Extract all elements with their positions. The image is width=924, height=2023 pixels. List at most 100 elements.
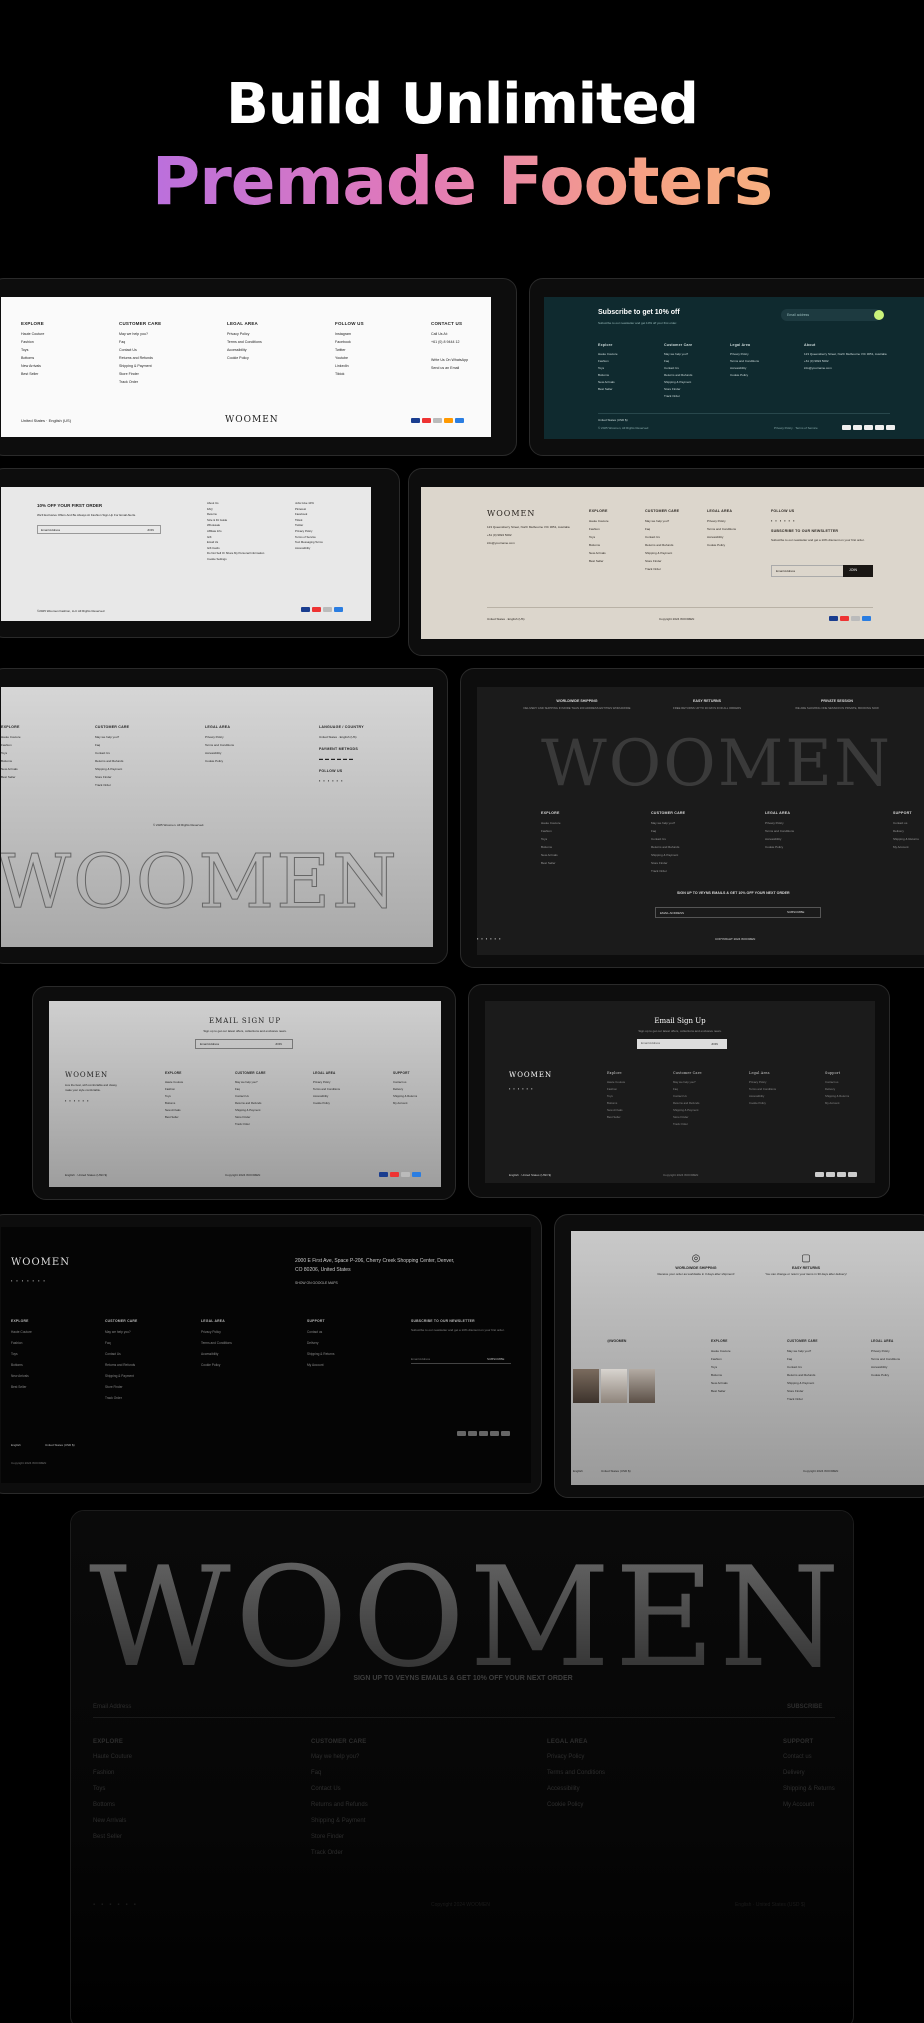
explore-column: EXPLORE Haute Couture Fashion Toys Bottoms Ne…	[541, 811, 561, 865]
subscribe-button[interactable]: SUBSCRIBE	[487, 1355, 504, 1363]
customer-care-column: CUSTOMER CARE May we help you? Faq Contact …	[787, 1339, 818, 1401]
payment-icons: ▬▬▬▬▬▬	[319, 756, 355, 761]
giant-logo: WOOMEN	[541, 727, 892, 801]
store-email[interactable]: info@yourname.com	[487, 539, 515, 547]
legal-column: LEGAL AREA Privacy Policy Terms and Condit…	[871, 1339, 901, 1377]
newsletter-email-input[interactable]: Email Address	[411, 1355, 430, 1363]
customer-care-column: CUSTOMER CARE May we help you? Faq Contact …	[105, 1319, 138, 1400]
footer-preview-1[interactable]: EXPLORE Haute Couture Fashion Toys Bottoms N…	[0, 278, 517, 456]
copyright: COPYRIGHT 2024 WOOMEN	[715, 937, 756, 941]
worldwide-shipping-feature: WORLDWIDE SHIPPING DELIVERY AND SHIPPING …	[523, 699, 631, 710]
language-selector[interactable]: English	[11, 1441, 21, 1449]
signup-subtitle: Sign up to get our latest offers, collec…	[638, 1029, 722, 1033]
join-button[interactable]: JOIN	[147, 526, 154, 534]
copyright: Copyright 2024 WOOMEN	[11, 1461, 47, 1465]
locale-selector[interactable]: United States · English (US)	[21, 417, 71, 425]
signup-title: Email Sign Up	[654, 1017, 706, 1025]
legal-column: LEGAL AREA Privacy Policy Terms and Condit…	[765, 811, 795, 849]
offer-title: 10% OFF YOUR FIRST ORDER	[37, 503, 103, 508]
footer-preview-5[interactable]: EXPLORE Haute Couture Fashion Toys Bottoms Ne…	[0, 668, 448, 964]
brand-logo: WOOMEN	[225, 415, 279, 425]
follow-column: FOLLOW US Instagram Facebook Twitter Youtub…	[335, 321, 364, 376]
brand-logo: WOOMEN	[11, 1257, 70, 1268]
signup-heading: SIGN UP TO VEYNS EMAILS & GET 10% OFF YO…	[353, 1675, 573, 1682]
hero-heading: Build Unlimited Premade Footers	[0, 72, 924, 220]
explore-column: Explore Haute Couture Fashion Toys Bottoms Ne…	[598, 343, 618, 391]
locale-selector[interactable]: United States · English (US)	[487, 615, 525, 623]
private-session-feature: PRIVATE SESSION WE ARE SHOWING ONE SESSIO…	[795, 699, 879, 710]
about-column: About 123 Queensberry Street, North Melbo…	[804, 343, 887, 370]
join-button[interactable]: JOIN	[711, 1040, 718, 1048]
explore-column: EXPLORE Haute Couture Fashion Toys Bottoms Ne…	[589, 509, 609, 563]
locale-selector[interactable]: English · United States (USD $)	[735, 1901, 805, 1909]
locale-selector[interactable]: United States · English (US)	[319, 733, 364, 741]
store-phone: +61 (0) 9824 5002	[487, 533, 512, 537]
instagram-photo[interactable]	[629, 1369, 655, 1403]
customer-care-column: Customer Care May we help you? Faq Contact …	[664, 343, 693, 398]
footer-preview-11[interactable]: WOOMEN SIGN UP TO VEYNS EMAILS & GET 10%…	[70, 1510, 854, 2023]
google-maps-link[interactable]: SHOW ON GOOGLE MAPS	[295, 1279, 338, 1287]
footer-preview-8[interactable]: Email Sign Up Sign up to get our latest …	[468, 984, 890, 1198]
explore-column: EXPLORE Haute Couture Fashion Toys Bottoms Ne…	[11, 1319, 32, 1389]
social-icons[interactable]: ▪▪▪▪▪▪	[771, 517, 865, 525]
subscribe-subtitle: Subscribe to our newsletter and get 10% …	[598, 321, 677, 325]
join-button[interactable]: JOIN	[843, 565, 873, 577]
instagram-photo[interactable]	[601, 1369, 627, 1403]
legal-column: Legal Area Privacy Policy Terms and Condit…	[730, 343, 760, 377]
copyright: © 2025 Woomen, All Rights Reserved	[598, 426, 649, 430]
customer-care-column: CUSTOMER CARE May we help you? Faq Contact…	[119, 321, 162, 384]
customer-care-column: CUSTOMER CARE May we help you? Faq Contact …	[645, 509, 680, 571]
subscribe-button[interactable]: SUBSCRIBE	[787, 908, 804, 916]
return-box-icon: ▢	[801, 1253, 811, 1264]
footer-preview-2[interactable]: Subscribe to get 10% off Subscribe to ou…	[529, 278, 924, 456]
footer-preview-7[interactable]: EMAIL SIGN UP Sign up to get our latest …	[32, 986, 456, 1200]
legal-column: LEGAL AREA Privacy Policy Terms and Condit…	[547, 1739, 606, 1808]
signup-heading: SIGN UP TO VEYNS EMAILS & GET 10% OFF YO…	[677, 891, 790, 895]
copyright: Copyright 2024 WOOMEN	[431, 1902, 490, 1908]
signup-subtitle: Sign up to get our latest offers, collec…	[203, 1029, 287, 1033]
payment-icons	[842, 425, 895, 430]
copyright: Copyright 2024 WOOMEN	[663, 1173, 699, 1177]
copyright: Copyright 2024 WOOMEN	[803, 1469, 839, 1473]
social-icons[interactable]: ▪▪▪▪▪▪	[93, 1901, 142, 1909]
currency-selector[interactable]: United States (USD $)	[601, 1467, 631, 1475]
instagram-handle[interactable]: @WOOMEN	[607, 1337, 626, 1345]
social-icons[interactable]: ▪▪▪▪▪▪	[65, 1097, 92, 1105]
footer-preview-6[interactable]: WORLDWIDE SHIPPING DELIVERY AND SHIPPING …	[460, 668, 924, 968]
signup-title: EMAIL SIGN UP	[208, 1017, 282, 1025]
footer-preview-9[interactable]: WOOMEN ▪▪▪▪▪▪▪ 2000 E First Ave, Space P…	[0, 1214, 542, 1494]
locale-selector[interactable]: United States (USD $)	[598, 416, 628, 424]
social-icons[interactable]: ▪▪▪▪▪▪	[477, 935, 504, 943]
store-address: 2000 E First Ave, Space P-206, Cherry Cr…	[295, 1258, 455, 1273]
giant-logo: WOOMEN	[89, 1537, 844, 1698]
locale-selector[interactable]: English · United States (USD $)	[65, 1171, 107, 1179]
signup-email-input[interactable]: Email Address	[93, 1703, 131, 1711]
store-address: 123 Queensberry Street, North Melbourne …	[487, 525, 570, 529]
social-icons[interactable]: ▪▪▪▪▪▪	[509, 1085, 536, 1093]
locale-selector[interactable]: English · United States (USD $)	[509, 1171, 551, 1179]
footer-preview-3[interactable]: 10% OFF YOUR FIRST ORDER We'll Exclusive…	[0, 468, 400, 638]
language-selector[interactable]: English	[573, 1467, 583, 1475]
language-column: LANGUAGE / COUNTRY United States · Englis…	[319, 725, 364, 785]
subscribe-arrow-button[interactable]	[874, 310, 884, 320]
social-icons[interactable]: ▪▪▪▪▪▪▪	[11, 1277, 49, 1285]
offer-subtitle: We'll Exclusive Offers And Be Always At …	[37, 513, 137, 517]
legal-column: Legal Area Privacy Policy Terms and Condit…	[749, 1071, 777, 1105]
newsletter-column: SUBSCRIBE TO OUR NEWSLETTER Subscribe to …	[411, 1319, 505, 1332]
subscribe-title: Subscribe to get 10% off	[598, 309, 680, 316]
legal-column: LEGAL AREA Privacy Policy Terms and Condit…	[201, 1319, 232, 1367]
policy-links[interactable]: Privacy Policy · Terms of Service	[774, 424, 818, 432]
footer-preview-4[interactable]: WOOMEN 123 Queensberry Street, North Mel…	[408, 468, 924, 656]
support-column: SUPPORT Contact us Delivery Shipping & Retu…	[783, 1739, 835, 1808]
subscribe-button[interactable]: SUBSCRIBE	[787, 1703, 822, 1711]
explore-column: EXPLORE Haute Couture Fashion Toys Bottoms Ne…	[711, 1339, 731, 1393]
join-button[interactable]: JOIN	[275, 1040, 282, 1048]
subscribe-email-input[interactable]: Email address	[781, 309, 881, 321]
payment-icons	[457, 1431, 510, 1436]
email-input[interactable]: Email Address	[37, 525, 161, 534]
footer-preview-10[interactable]: ◎ WORLDWIDE SHIPPING Receive your order as…	[554, 1214, 924, 1498]
social-icons[interactable]: ▪▪▪▪▪▪	[319, 777, 364, 785]
instagram-photo[interactable]	[573, 1369, 599, 1403]
customer-care-column: CUSTOMER CARE May we help you? Faq Contact …	[651, 811, 686, 873]
currency-selector[interactable]: United States (USD $)	[45, 1441, 75, 1449]
